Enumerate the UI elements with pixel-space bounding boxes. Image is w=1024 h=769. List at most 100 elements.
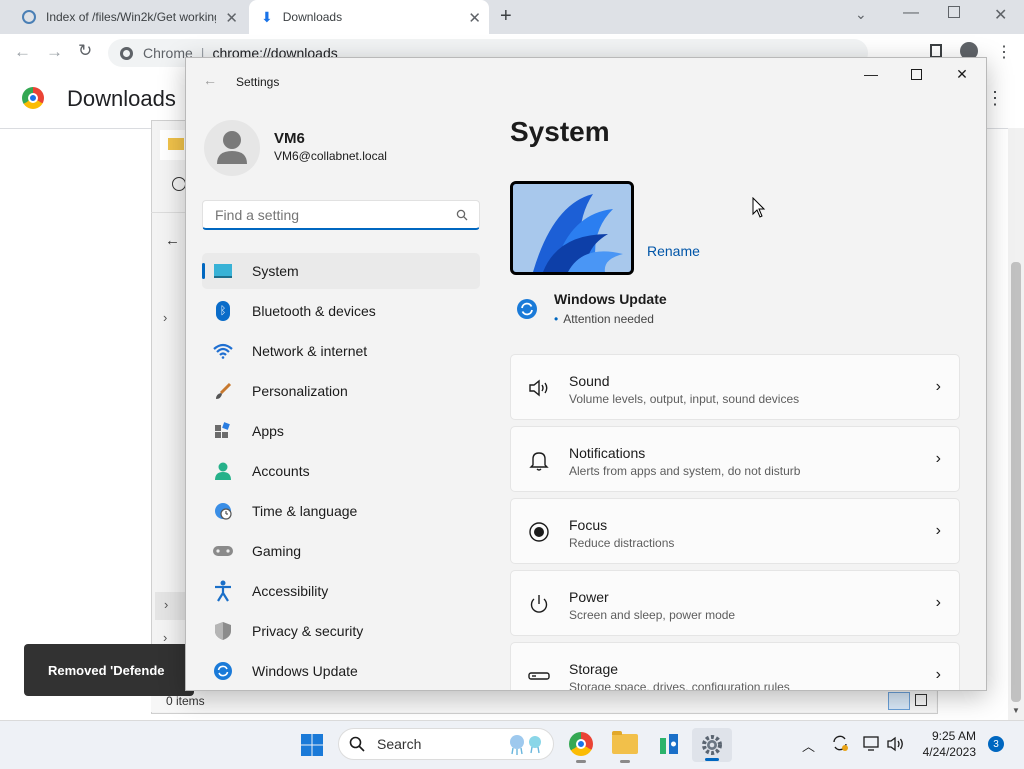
chevron-right-icon: › <box>935 666 941 683</box>
taskbar-chrome-icon[interactable] <box>569 732 593 756</box>
start-button[interactable] <box>300 733 324 762</box>
rename-link[interactable]: Rename <box>647 243 700 259</box>
windows-update-title[interactable]: Windows Update <box>554 291 667 307</box>
chevron-right-icon: › <box>935 378 941 395</box>
card-storage[interactable]: Storage Storage space, drives, configura… <box>510 642 960 690</box>
mouse-cursor-icon <box>752 197 766 218</box>
tab-search-chevron-icon[interactable]: ⌄ <box>855 6 867 23</box>
close-tab-icon[interactable]: ✕ <box>225 9 238 27</box>
notification-badge[interactable]: 3 <box>988 736 1004 752</box>
search-icon <box>456 208 468 226</box>
nav-label: Personalization <box>252 383 348 399</box>
nav-item-privacy-security[interactable]: Privacy & security <box>202 613 480 649</box>
card-title: Focus <box>569 517 608 533</box>
add-icon[interactable] <box>172 177 186 191</box>
nav-item-apps[interactable]: Apps <box>202 413 480 449</box>
gamepad-icon <box>212 540 234 562</box>
nav-item-gaming[interactable]: Gaming <box>202 533 480 569</box>
taskbar-clock[interactable]: 9:25 AM 4/24/2023 <box>918 728 976 760</box>
card-title: Power <box>569 589 609 605</box>
globe-icon <box>22 10 36 24</box>
settings-minimize-button[interactable]: — <box>848 58 894 90</box>
page-title: Downloads <box>67 86 176 111</box>
clock-date: 4/24/2023 <box>922 745 976 759</box>
back-icon[interactable]: ← <box>14 42 31 62</box>
reload-icon[interactable]: ↻ <box>78 41 92 61</box>
tab-downloads[interactable]: ⬇ Downloads ✕ <box>249 0 489 34</box>
chrome-menu-icon[interactable]: ⋮ <box>996 42 1012 62</box>
chrome-icon <box>120 46 133 60</box>
tab-index-files[interactable]: Index of /files/Win2k/Get working ✕ <box>10 0 246 34</box>
chevron-right-icon: › <box>935 450 941 467</box>
new-tab-icon[interactable]: + <box>500 5 512 28</box>
settings-maximize-button[interactable] <box>893 58 939 90</box>
explorer-nav-item[interactable]: › <box>155 592 185 620</box>
speaker-icon <box>527 376 551 400</box>
nav-item-system[interactable]: System <box>202 253 480 289</box>
scroll-down-icon[interactable]: ▼ <box>1012 706 1020 715</box>
search-box[interactable] <box>202 200 480 230</box>
bell-icon <box>527 448 551 472</box>
taskbar-network-app-icon[interactable] <box>657 732 681 763</box>
chevron-right-icon: › <box>935 522 941 539</box>
update-icon <box>212 660 234 682</box>
card-focus[interactable]: Focus Reduce distractions › <box>510 498 960 564</box>
taskbar-settings-button[interactable] <box>692 728 732 762</box>
expand-chevron-icon: › <box>164 597 169 612</box>
tiles-view-icon[interactable] <box>915 694 927 706</box>
explorer-status-bar: 0 items <box>151 690 936 712</box>
search-input[interactable] <box>213 201 447 229</box>
desktop-wallpaper-preview[interactable] <box>510 181 634 275</box>
explorer-back-icon[interactable]: ← <box>165 232 180 249</box>
system-icon <box>212 260 234 282</box>
close-tab-icon[interactable]: ✕ <box>468 9 481 27</box>
close-window-icon[interactable]: ✕ <box>994 5 1007 25</box>
side-panel-icon[interactable] <box>930 44 942 58</box>
taskbar-file-explorer-icon[interactable] <box>612 731 638 754</box>
settings-window: ← Settings — ✕ VM6 VM6@collabnet.local S… <box>185 57 987 691</box>
more-actions-icon[interactable]: ⋮ <box>986 88 1004 109</box>
card-power[interactable]: Power Screen and sleep, power mode › <box>510 570 960 636</box>
taskbar-search[interactable]: Search <box>338 728 554 760</box>
tray-update-icon[interactable] <box>831 734 849 757</box>
nav-label: Privacy & security <box>252 623 364 639</box>
chevron-right-icon: › <box>935 594 941 611</box>
nav-label: Accounts <box>252 463 310 479</box>
show-hidden-icons-chevron-icon[interactable]: ︿ <box>802 736 815 755</box>
expand-chevron-icon[interactable]: › <box>163 310 167 325</box>
settings-back-icon[interactable]: ← <box>203 72 217 88</box>
bluetooth-icon: ᛒ <box>212 300 234 322</box>
minimize-icon[interactable]: — <box>903 4 919 22</box>
card-subtitle: Reduce distractions <box>569 536 675 550</box>
power-icon <box>527 592 551 616</box>
details-view-icon[interactable] <box>888 692 910 710</box>
expand-chevron-icon[interactable]: › <box>163 630 167 645</box>
card-sound[interactable]: Sound Volume levels, output, input, soun… <box>510 354 960 420</box>
nav-item-windows-update[interactable]: Windows Update <box>202 653 480 689</box>
nav-item-time-language[interactable]: Time & language <box>202 493 480 529</box>
apps-icon <box>212 420 234 442</box>
nav-item-accounts[interactable]: Accounts <box>202 453 480 489</box>
restore-icon[interactable] <box>948 6 960 18</box>
window-title: Settings <box>236 75 280 89</box>
forward-icon[interactable]: → <box>46 42 63 62</box>
storage-icon <box>527 664 551 688</box>
tray-network-icon[interactable] <box>863 736 881 757</box>
accessibility-icon <box>212 580 234 602</box>
settings-close-button[interactable]: ✕ <box>939 58 985 90</box>
tray-volume-icon[interactable] <box>887 736 905 757</box>
toast-notification: Removed 'Defende <box>24 644 194 696</box>
gear-icon <box>702 735 722 755</box>
running-indicator <box>620 760 630 763</box>
nav-item-bluetooth[interactable]: ᛒ Bluetooth & devices <box>202 293 480 329</box>
windows-logo-icon <box>301 734 323 756</box>
card-notifications[interactable]: Notifications Alerts from apps and syste… <box>510 426 960 492</box>
nav-item-personalization[interactable]: Personalization <box>202 373 480 409</box>
avatar[interactable] <box>204 120 260 176</box>
nav-item-network[interactable]: Network & internet <box>202 333 480 369</box>
user-name: VM6 <box>274 130 305 147</box>
scrollbar-thumb[interactable] <box>1011 262 1021 702</box>
nav-label: System <box>252 263 299 279</box>
nav-item-accessibility[interactable]: Accessibility <box>202 573 480 609</box>
brush-icon <box>212 380 234 402</box>
